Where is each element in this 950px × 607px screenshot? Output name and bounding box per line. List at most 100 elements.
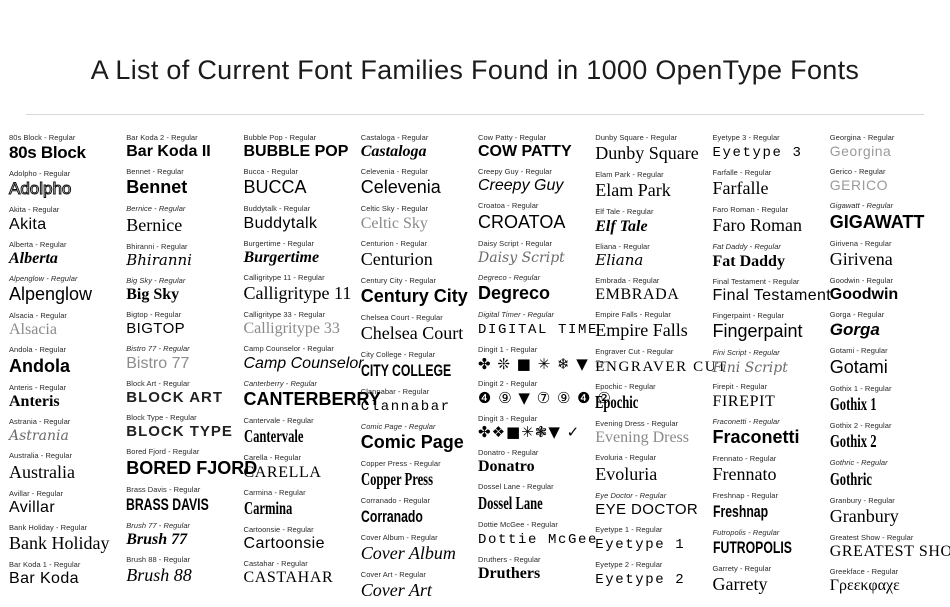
font-entry[interactable]: Eye Doctor - Regular EYE DOCTOR: [595, 491, 706, 519]
font-entry[interactable]: Avillar - Regular Avillar: [9, 489, 120, 517]
font-entry[interactable]: Elam Park - Regular Elam Park: [595, 170, 706, 201]
font-entry[interactable]: Eliana - Regular Eliana: [595, 242, 706, 270]
font-entry[interactable]: Firepit - Regular FIREPIT: [713, 382, 824, 410]
font-entry[interactable]: Brass Davis - Regular BRASS DAVIS: [126, 485, 237, 515]
font-entry[interactable]: Dottie McGee - Regular Dottie McGee: [478, 520, 596, 549]
font-entry[interactable]: Brush 77 - Regular Brush 77: [126, 521, 237, 549]
font-entry[interactable]: Eyetype 2 - Regular Eyetype 2: [595, 560, 706, 589]
font-entry[interactable]: Dossel Lane - Regular Dossel Lane: [478, 482, 589, 513]
font-entry[interactable]: Bistro 77 - Regular Bistro 77: [126, 344, 237, 372]
font-entry[interactable]: Croatoa - Regular CROATOA: [478, 201, 589, 232]
font-entry[interactable]: Century City - Regular Century City: [361, 276, 472, 307]
font-entry[interactable]: Clannabar - Regular Clannabar: [361, 387, 472, 416]
font-entry[interactable]: Embrada - Regular EMBRADA: [595, 276, 706, 304]
font-entry[interactable]: Carella - Regular CARELLA: [244, 453, 355, 481]
font-entry[interactable]: Garrety - Regular Garrety: [713, 564, 824, 595]
font-entry[interactable]: Frennato - Regular Frennato: [713, 454, 824, 485]
font-entry[interactable]: Goodwin - Regular Goodwin: [830, 276, 941, 304]
font-entry[interactable]: Elf Tale - Regular Elf Tale: [595, 207, 706, 235]
font-entry[interactable]: Block Art - Regular BLOCK ART: [126, 379, 237, 407]
font-entry[interactable]: Castaloga - Regular Castaloga: [361, 133, 472, 161]
font-entry[interactable]: Gothix 1 - Regular Gothix 1: [830, 384, 941, 415]
font-entry[interactable]: Celtic Sky - Regular Celtic Sky: [361, 204, 472, 232]
font-entry[interactable]: 80s Block - Regular 80s Block: [9, 133, 120, 163]
font-entry[interactable]: Gigawatt - Regular GIGAWATT: [830, 201, 941, 232]
font-entry[interactable]: Cover Album - Regular Cover Album: [361, 533, 472, 564]
font-entry[interactable]: Cover Art - Regular Cover Art: [361, 570, 472, 601]
font-entry[interactable]: Castahar - Regular CASTAHAR: [244, 559, 355, 587]
font-entry[interactable]: Bar Koda 2 - Regular Bar Koda II: [126, 133, 237, 161]
font-entry[interactable]: Bennet - Regular Bennet: [126, 167, 237, 198]
font-entry[interactable]: Gerico - Regular GERICO: [830, 167, 941, 195]
font-entry[interactable]: Cow Patty - Regular COW PATTY: [478, 133, 589, 161]
font-entry[interactable]: Final Testament - Regular Final Testament: [713, 277, 831, 305]
font-entry[interactable]: Gotami - Regular Gotami: [830, 346, 941, 377]
font-entry[interactable]: Astrania - Regular Astrania: [9, 417, 120, 445]
font-entry[interactable]: Cantervale - Regular Cantervale: [244, 416, 355, 447]
font-entry[interactable]: Burgertime - Regular Burgertime: [244, 239, 355, 267]
font-entry[interactable]: Copper Press - Regular Copper Press: [361, 459, 472, 490]
font-entry[interactable]: Faro Roman - Regular Faro Roman: [713, 205, 824, 236]
font-entry[interactable]: Andola - Regular Andola: [9, 345, 120, 376]
font-entry[interactable]: Fat Daddy - Regular Fat Daddy: [713, 242, 824, 270]
font-entry[interactable]: Centurion - Regular Centurion: [361, 239, 472, 270]
font-entry[interactable]: Buddytalk - Regular Buddytalk: [244, 204, 355, 232]
font-entry[interactable]: Futropolis - Regular FUTROPOLIS: [713, 528, 824, 558]
font-entry[interactable]: Brush 88 - Regular Brush 88: [126, 555, 237, 586]
font-entry[interactable]: Fini Script - Regular Fini Script: [713, 348, 824, 376]
font-entry[interactable]: Girivena - Regular Girivena: [830, 239, 941, 270]
font-entry[interactable]: Epochic - Regular Epochic: [595, 382, 706, 413]
font-entry[interactable]: Gothix 2 - Regular Gothix 2: [830, 421, 941, 452]
font-entry[interactable]: Empire Falls - Regular Empire Falls: [595, 310, 706, 341]
font-entry[interactable]: Bored Fjord - Regular BORED FJORD: [126, 447, 257, 478]
font-entry[interactable]: Evoluria - Regular Evoluria: [595, 453, 706, 484]
font-entry[interactable]: Alsacia - Regular Alsacia: [9, 311, 120, 339]
font-entry[interactable]: Donatro - Regular Donatro: [478, 448, 589, 476]
font-entry[interactable]: Comic Page - Regular Comic Page: [361, 422, 472, 453]
font-entry[interactable]: Greatest Show - RegularGREATEST SHOW: [830, 533, 950, 561]
font-entry[interactable]: Bank Holiday - Regular Bank Holiday: [9, 523, 120, 554]
font-entry[interactable]: Block Type - Regular BLOCK TYPE: [126, 413, 237, 441]
font-entry[interactable]: Degreco - Regular Degreco: [478, 273, 589, 304]
font-entry[interactable]: Celevenia - Regular Celevenia: [361, 167, 472, 198]
font-entry[interactable]: Gothric - Regular Gothric: [830, 458, 941, 489]
font-entry[interactable]: Bigtop - Regular Bigtop: [126, 310, 237, 338]
font-entry[interactable]: Anteris - Regular Anteris: [9, 383, 120, 411]
font-entry[interactable]: Bhiranni - Regular Bhiranni: [126, 242, 237, 270]
font-entry[interactable]: Akita - Regular Akita: [9, 205, 120, 233]
font-entry[interactable]: Dingit 2 - Regular ❹ ⑨ ▼ ⑦ ⑨ ❹ ②: [478, 379, 611, 407]
font-entry[interactable]: Evening Dress - Regular Evening Dress: [595, 419, 706, 447]
font-entry[interactable]: Alpenglow - Regular Alpenglow: [9, 274, 120, 305]
font-entry[interactable]: Calligritype 11 - Regular Calligritype 11: [244, 273, 355, 304]
font-entry[interactable]: Big Sky - Regular Big Sky: [126, 276, 237, 304]
font-entry[interactable]: Fraconetti - Regular Fraconetti: [713, 417, 824, 448]
font-entry[interactable]: Digital Timer - Regular DIGITAL TIME: [478, 310, 596, 339]
font-entry[interactable]: Bubble Pop - Regular BUBBLE POP: [244, 133, 355, 161]
font-entry[interactable]: Calligritype 33 - Regular Calligritype 33: [244, 310, 355, 338]
font-entry[interactable]: Chelsea Court - Regular Chelsea Court: [361, 313, 472, 344]
font-entry[interactable]: Eyetype 3 - Regular Eyetype 3: [713, 133, 824, 162]
font-entry[interactable]: Gorga - Regular Gorga: [830, 310, 941, 340]
font-entry[interactable]: Bar Koda 1 - Regular Bar Koda: [9, 560, 120, 588]
font-entry[interactable]: Greekface - Regular Γρεεκφαχε: [830, 567, 941, 595]
font-entry[interactable]: Carmina - Regular Carmina: [244, 488, 355, 519]
font-entry[interactable]: Canterberry - Regular CANTERBERRY: [244, 379, 381, 410]
font-entry[interactable]: Engraver Cut - Regular Engraver Cut: [595, 347, 726, 375]
font-entry[interactable]: Dingit 1 - Regular ✤ ❊ ■ ✳ ❄ ▼ ☞: [478, 345, 608, 373]
font-entry[interactable]: Alberta - Regular Alberta: [9, 240, 120, 268]
font-entry[interactable]: Corranado - Regular Corranado: [361, 496, 472, 526]
font-entry[interactable]: Granbury - Regular Granbury: [830, 496, 941, 527]
font-entry[interactable]: Daisy Script - Regular Daisy Script: [478, 239, 589, 267]
font-entry[interactable]: Georgina - Regular Georgina: [830, 133, 941, 161]
font-entry[interactable]: Bucca - Regular BUCCA: [244, 167, 355, 198]
font-entry[interactable]: Druthers - Regular Druthers: [478, 555, 589, 583]
font-entry[interactable]: Dingit 3 - Regular ✤❖■✳❃▼ ✓: [478, 414, 589, 442]
font-entry[interactable]: Bernice - Regular Bernice: [126, 204, 237, 235]
font-entry[interactable]: Adolpho - Regular Adolpho: [8, 169, 120, 199]
font-entry[interactable]: Farfalle - Regular Farfalle: [713, 168, 824, 199]
font-entry[interactable]: Eyetype 1 - Regular Eyetype 1: [595, 525, 706, 554]
font-entry[interactable]: Creepy Guy - Regular Creepy Guy: [478, 167, 589, 195]
font-entry[interactable]: Australia - Regular Australia: [9, 451, 120, 482]
font-entry[interactable]: City College - Regular CITY COLLEGE: [361, 350, 472, 380]
font-entry[interactable]: Dunby Square - Regular Dunby Square: [595, 133, 706, 164]
